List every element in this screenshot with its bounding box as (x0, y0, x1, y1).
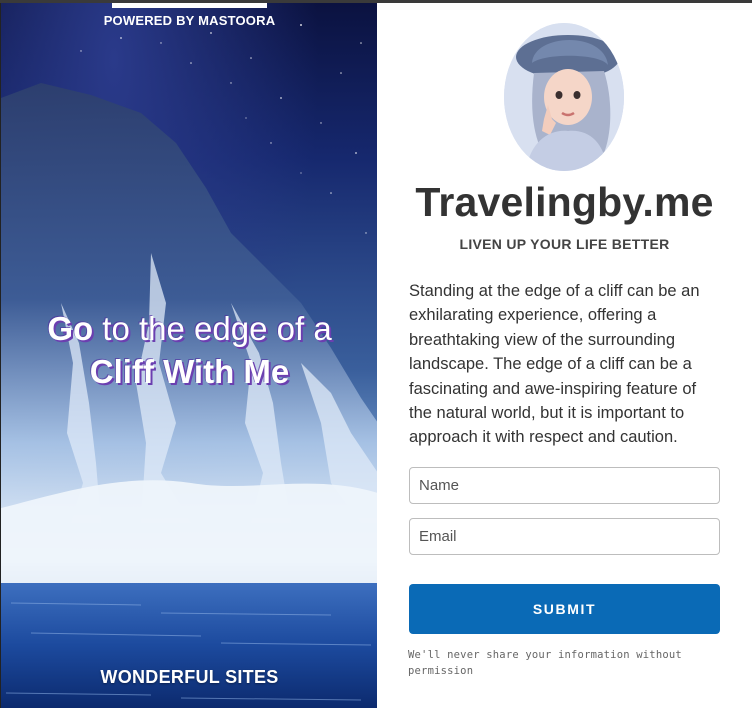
privacy-note: We'll never share your information witho… (408, 649, 682, 677)
profile-panel: Travelingby.me LIVEN UP YOUR LIFE BETTER… (377, 3, 752, 708)
hero-top-bar (112, 3, 267, 8)
headline-middle: to the edge of a (93, 310, 332, 347)
wonderful-sites-label: WONDERFUL SITES (100, 667, 279, 687)
headline-cliff: Cliff With Me (89, 353, 290, 390)
description-text: Standing at the edge of a cliff can be a… (409, 282, 700, 447)
powered-by-label: POWERED BY MASTOORA (103, 13, 276, 28)
avatar (504, 23, 624, 171)
name-input[interactable] (409, 467, 720, 504)
submit-button[interactable]: SUBMIT (409, 584, 720, 634)
headline-go: Go (47, 310, 94, 347)
hero-headline: Go to the edge of a Cliff With Me (1, 307, 377, 393)
hero-panel: POWERED BY MASTOORA Go to the edge of a … (0, 3, 377, 708)
site-title: Travelingby.me (415, 179, 714, 225)
email-input[interactable] (409, 518, 720, 555)
tagline: LIVEN UP YOUR LIFE BETTER (459, 236, 670, 252)
